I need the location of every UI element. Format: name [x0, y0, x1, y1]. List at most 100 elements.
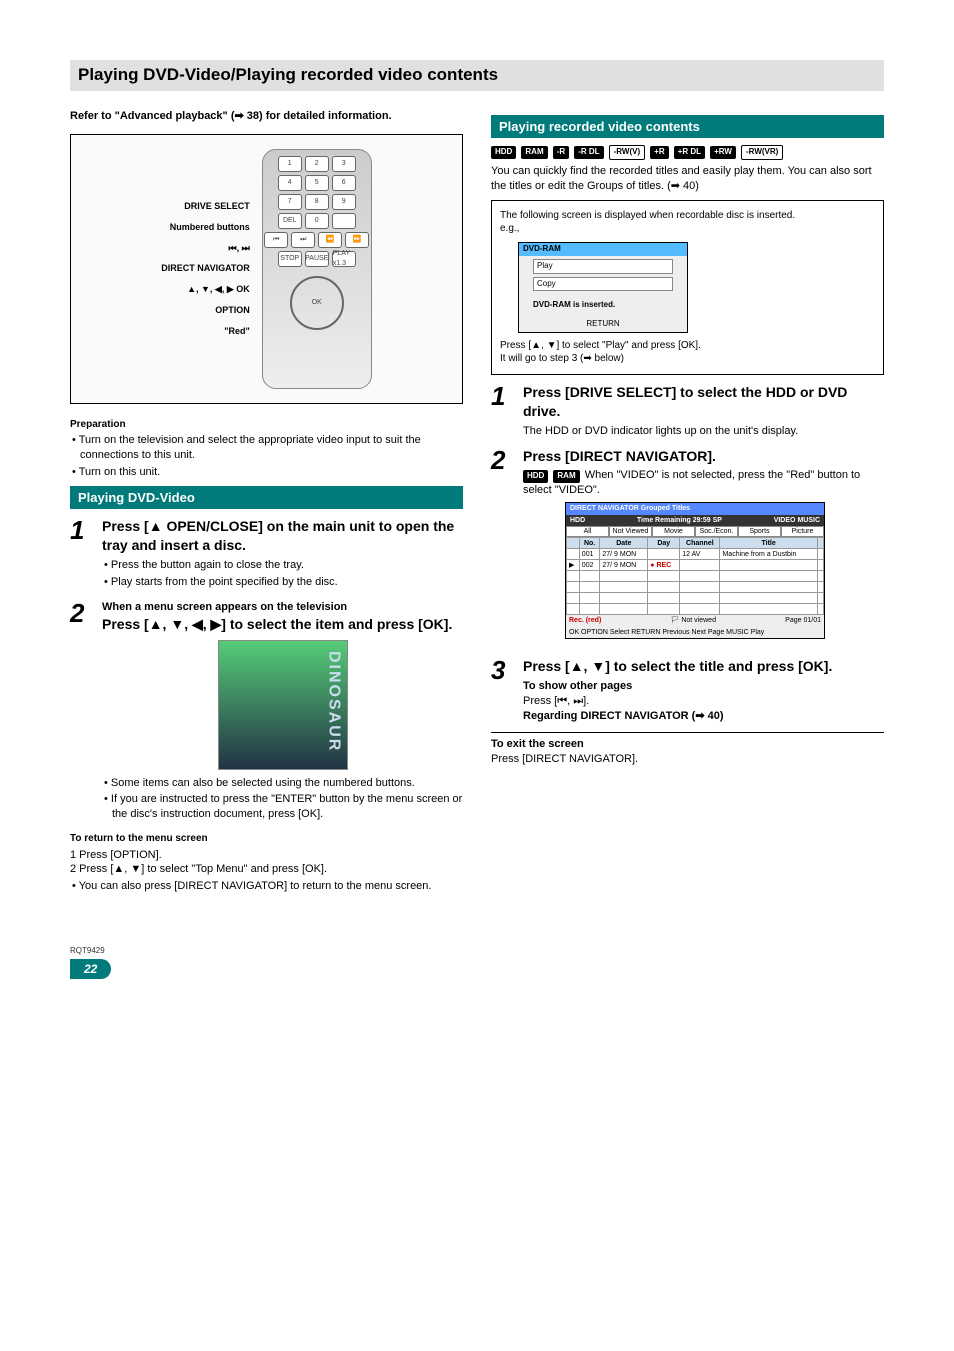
r2c0: ▶: [567, 560, 580, 571]
dvd-menu-image: [218, 640, 348, 770]
rec-step3-b1: To show other pages: [523, 679, 884, 694]
rec-step2-line: HDD RAM When "VIDEO" is not selected, pr…: [523, 468, 884, 498]
format-badges: HDD RAM -R -R DL -RW(V) +R +R DL +RW -RW…: [491, 144, 884, 160]
key-4: 4: [278, 175, 302, 191]
lbl-skip: ⏮, ⏭: [161, 238, 250, 259]
step-num-2: 2: [70, 600, 92, 824]
recorded-intro: You can quickly find the recorded titles…: [491, 164, 884, 194]
nav-table: No. Date Day Channel Title 001 27/ 9 MON: [566, 537, 824, 615]
badge-rdl: -R DL: [574, 146, 603, 159]
key-del: DEL: [278, 213, 302, 229]
nav-tab-movie: Movie: [652, 526, 695, 537]
key-pause: PAUSE: [305, 251, 329, 267]
ref-line: Refer to "Advanced playback" (➡ 38) for …: [70, 109, 463, 124]
badge-plusrdl: +R DL: [674, 146, 705, 159]
key-8: 8: [305, 194, 329, 210]
r2c6: [817, 560, 823, 571]
inset-l3: It will go to step 3 (➡ below): [500, 352, 875, 366]
prep-b2: • Turn on this unit.: [70, 465, 463, 480]
rec-step2-title: Press [DIRECT NAVIGATOR].: [523, 447, 884, 466]
col-channel: Channel: [680, 538, 720, 549]
badge-rwvr: -RW(VR): [741, 145, 783, 160]
return-l2: 2 Press [▲, ▼] to select "Top Menu" and …: [70, 862, 463, 877]
key-9: 9: [332, 194, 356, 210]
dvd-step1-b2: • Play starts from the point specified b…: [102, 575, 463, 590]
lbl-red: "Red": [161, 321, 250, 342]
nav-tab-all: All: [566, 526, 609, 537]
dvd-step1: 1 Press [▲ OPEN/CLOSE] on the main unit …: [70, 517, 463, 591]
ok-wheel: OK: [290, 276, 344, 330]
inset-box: The following screen is displayed when r…: [491, 200, 884, 375]
badge-ram2: RAM: [553, 470, 579, 483]
r2c1: 002: [579, 560, 600, 571]
dvd-step1-title: Press [▲ OPEN/CLOSE] on the main unit to…: [102, 517, 463, 555]
lbl-drive-select: DRIVE SELECT: [161, 196, 250, 217]
r2c2: 27/ 9 MON: [600, 560, 648, 571]
panel-msg: DVD-RAM is inserted.: [519, 294, 687, 317]
page-title: Playing DVD-Video/Playing recorded video…: [70, 60, 884, 91]
dvd-step2: 2 When a menu screen appears on the tele…: [70, 600, 463, 824]
rec-step3: 3 Press [▲, ▼] to select the title and p…: [491, 657, 884, 723]
nav-tab-notviewed: Not Viewed: [609, 526, 652, 537]
exit-line: Press [DIRECT NAVIGATOR].: [491, 752, 884, 767]
remote-diagram: DRIVE SELECT Numbered buttons ⏮, ⏭ DIREC…: [70, 134, 463, 404]
notview-label: 🏳 Not viewed: [671, 616, 716, 625]
rec-step3-b3: Regarding DIRECT NAVIGATOR (➡ 40): [523, 709, 884, 724]
lbl-numbered: Numbered buttons: [161, 217, 250, 238]
r1c5: Machine from a Dustbin: [720, 549, 817, 560]
key-1: 1: [278, 156, 302, 172]
nav-title: DIRECT NAVIGATOR Grouped Titles: [570, 504, 690, 513]
badge-rwv: -RW(V): [609, 145, 646, 160]
key-0: 0: [305, 213, 329, 229]
r1c2: 27/ 9 MON: [600, 549, 648, 560]
panel-hdr: DVD-RAM: [519, 243, 687, 256]
key-play: PLAY x1.3: [332, 251, 356, 267]
left-column: Refer to "Advanced playback" (➡ 38) for …: [70, 109, 463, 896]
prep-b1: • Turn on the television and select the …: [70, 433, 463, 463]
r1c4: 12 AV: [680, 549, 720, 560]
badge-plusr: +R: [650, 146, 668, 159]
nav-tab-soc: Soc./Econ.: [695, 526, 738, 537]
badge-r: -R: [553, 146, 569, 159]
key-5: 5: [305, 175, 329, 191]
rec-step3-b2: Press [⏮, ⏭].: [523, 694, 884, 709]
dvd-step2-b1: • Some items can also be selected using …: [102, 776, 463, 791]
rec-step1-sub: The HDD or DVD indicator lights up on th…: [523, 424, 884, 439]
dvd-step2-b2: • If you are instructed to press the "EN…: [102, 792, 463, 822]
nav-tab-picture: Picture: [781, 526, 824, 537]
key-prev: ⏮: [264, 232, 288, 248]
col-blank: [567, 538, 580, 549]
inset-eg: e.g.,: [500, 222, 875, 236]
rec-step3-title: Press [▲, ▼] to select the title and pre…: [523, 657, 884, 676]
dvdram-panel: DVD-RAM Play Copy DVD-RAM is inserted. R…: [518, 242, 688, 333]
col-end: [817, 538, 823, 549]
preparation-head: Preparation: [70, 418, 463, 432]
key-3: 3: [332, 156, 356, 172]
panel-copy: Copy: [533, 277, 673, 292]
nav-tab-sports: Sports: [738, 526, 781, 537]
badge-ram: RAM: [521, 146, 547, 159]
rec-step-num-1: 1: [491, 383, 513, 439]
direct-navigator-screen: DIRECT NAVIGATOR Grouped Titles HDD Time…: [565, 502, 825, 639]
remote-labels: DRIVE SELECT Numbered buttons ⏮, ⏭ DIREC…: [161, 196, 250, 341]
col-day: Day: [648, 538, 680, 549]
return-head: To return to the menu screen: [70, 832, 463, 846]
exit-rule: [491, 732, 884, 733]
badge-plusrw: +RW: [710, 146, 736, 159]
nav-tab-video: VIDEO: [774, 517, 796, 524]
inset-l2: Press [▲, ▼] to select "Play" and press …: [500, 339, 875, 353]
r1c3: [648, 549, 680, 560]
key-6: 6: [332, 175, 356, 191]
return-l3: • You can also press [DIRECT NAVIGATOR] …: [70, 879, 463, 894]
dvdvideo-head: Playing DVD-Video: [70, 486, 463, 510]
badge-hdd: HDD: [491, 146, 516, 159]
rec-icon-label: Rec. (red): [569, 616, 601, 625]
remote-graphic: 123 456 789 DEL0 ⏮⏭⏪⏩ STOPPAUSEPLAY x1.3…: [262, 149, 372, 389]
lbl-direct-nav: DIRECT NAVIGATOR: [161, 258, 250, 279]
col-date: Date: [600, 538, 648, 549]
panel-return: RETURN: [519, 317, 687, 332]
right-column: Playing recorded video contents HDD RAM …: [491, 109, 884, 896]
badge-hdd2: HDD: [523, 470, 548, 483]
rec-step2: 2 Press [DIRECT NAVIGATOR]. HDD RAM When…: [491, 447, 884, 650]
rec-step1: 1 Press [DRIVE SELECT] to select the HDD…: [491, 383, 884, 439]
